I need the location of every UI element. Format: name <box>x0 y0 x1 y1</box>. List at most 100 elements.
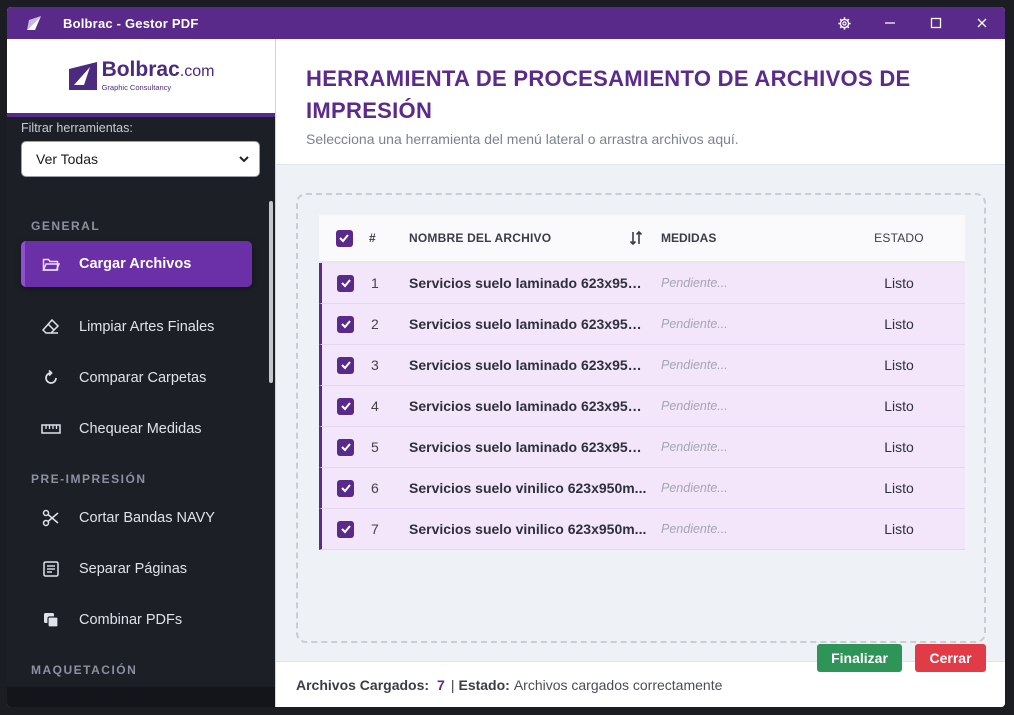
row-number: 6 <box>371 480 379 496</box>
filter-select[interactable]: Ver Todas <box>21 141 260 177</box>
table-row[interactable]: 3 Servicios suelo laminado 623x950... Pe… <box>319 345 965 386</box>
select-all-checkbox[interactable] <box>335 229 353 247</box>
table-row[interactable]: 4 Servicios suelo laminado 623x950... Pe… <box>319 386 965 427</box>
row-checkbox[interactable] <box>337 397 354 415</box>
title-bar[interactable]: Bolbrac - Gestor PDF <box>7 7 1005 39</box>
brand-lockup: Bolbrac.com Graphic Consultancy <box>68 58 215 92</box>
filter-selected-value: Ver Todas <box>36 151 99 167</box>
folder-open-icon <box>39 257 63 272</box>
cerrar-button[interactable]: Cerrar <box>915 644 986 672</box>
table-row[interactable]: 6 Servicios suelo vinilico 623x950m... P… <box>319 468 965 509</box>
column-header-name-label: NOMBRE DEL ARCHIVO <box>409 231 552 245</box>
refresh-icon <box>39 369 63 387</box>
file-name: Servicios suelo laminado 623x950... <box>409 439 648 455</box>
row-number: 5 <box>371 439 379 455</box>
column-header-name[interactable]: NOMBRE DEL ARCHIVO <box>409 230 653 246</box>
sidebar-item-cortar-bandas[interactable]: Cortar Bandas NAVY <box>21 495 252 541</box>
row-number: 4 <box>371 398 379 414</box>
state-label: Estado: <box>458 676 510 693</box>
maximize-icon[interactable] <box>913 7 959 39</box>
file-measures: Pendiente... <box>661 481 728 495</box>
section-maquetacion: MAQUETACIÓN <box>31 663 138 677</box>
document-lines-icon <box>39 561 63 577</box>
column-header-estado[interactable]: ESTADO <box>833 231 965 245</box>
brand-tld: .com <box>179 63 215 80</box>
sidebar: Bolbrac.com Graphic Consultancy Filtrar … <box>7 39 275 707</box>
brand-mark-icon <box>68 62 97 90</box>
sidebar-item-label: Combinar PDFs <box>79 612 183 628</box>
files-loaded-label: Archivos Cargados: <box>296 676 430 693</box>
page-subtitle: Selecciona una herramienta del menú late… <box>306 131 739 147</box>
table-row[interactable]: 2 Servicios suelo laminado 623x950... Pe… <box>319 304 965 345</box>
file-measures: Pendiente... <box>661 317 728 331</box>
brand-name: Bolbrac.com <box>101 58 215 81</box>
window-controls <box>821 7 1005 39</box>
brand-tagline: Graphic Consultancy <box>101 83 172 92</box>
row-number: 2 <box>371 316 379 332</box>
status-separator: | <box>450 676 455 693</box>
filter-label: Filtrar herramientas: <box>21 121 133 135</box>
file-name: Servicios suelo laminado 623x950... <box>409 398 648 414</box>
sidebar-item-cargar-archivos[interactable]: Cargar Archivos <box>21 241 252 287</box>
column-header-medidas[interactable]: MEDIDAS <box>653 231 833 245</box>
table-header: # NOMBRE DEL ARCHIVO MEDIDAS ESTADO <box>319 215 965 263</box>
sidebar-item-combinar-pdfs[interactable]: Combinar PDFs <box>21 597 252 643</box>
sidebar-item-comparar-carpetas[interactable]: Comparar Carpetas <box>21 355 252 401</box>
sidebar-item-label: Chequear Medidas <box>79 421 202 437</box>
file-status: Listo <box>884 480 914 496</box>
file-status: Listo <box>884 521 914 537</box>
chevron-down-icon <box>239 156 249 163</box>
sort-icon[interactable] <box>629 230 643 246</box>
sidebar-item-label: Cargar Archivos <box>79 256 192 272</box>
main-panel: HERRAMIENTA DE PROCESAMIENTO DE ARCHIVOS… <box>275 39 1005 707</box>
files-table: # NOMBRE DEL ARCHIVO MEDIDAS ESTADO 1 Se… <box>319 215 965 550</box>
file-measures: Pendiente... <box>661 522 728 536</box>
row-number: 3 <box>371 357 379 373</box>
file-name: Servicios suelo laminado 623x950... <box>409 357 648 373</box>
row-checkbox[interactable] <box>337 356 354 374</box>
row-number: 7 <box>371 521 379 537</box>
header-select-all <box>319 229 369 247</box>
settings-icon[interactable] <box>821 7 867 39</box>
sidebar-item-separar-paginas[interactable]: Separar Páginas <box>21 546 252 592</box>
brand-logo: Bolbrac.com Graphic Consultancy <box>7 39 275 117</box>
file-name: Servicios suelo laminado 623x950... <box>409 316 648 332</box>
file-status: Listo <box>884 275 914 291</box>
column-header-num: # <box>369 231 376 245</box>
row-checkbox[interactable] <box>337 479 354 497</box>
sidebar-item-limpiar-artes[interactable]: Limpiar Artes Finales <box>21 304 252 350</box>
file-dropzone[interactable]: # NOMBRE DEL ARCHIVO MEDIDAS ESTADO 1 Se… <box>296 193 986 643</box>
file-name: Servicios suelo vinilico 623x950m... <box>409 480 647 496</box>
window-title: Bolbrac - Gestor PDF <box>63 15 199 31</box>
file-measures: Pendiente... <box>661 399 728 413</box>
files-loaded-count: 7 <box>437 676 445 693</box>
sidebar-item-label: Comparar Carpetas <box>79 370 207 386</box>
state-value: Archivos cargados correctamente <box>513 676 723 693</box>
row-checkbox[interactable] <box>337 315 354 333</box>
row-select <box>322 315 369 333</box>
close-icon[interactable] <box>959 7 1005 39</box>
row-select <box>322 438 369 456</box>
table-row[interactable]: 7 Servicios suelo vinilico 623x950m... P… <box>319 509 965 550</box>
row-checkbox[interactable] <box>337 274 354 292</box>
row-select <box>322 479 369 497</box>
sidebar-footer <box>7 687 275 707</box>
sidebar-item-chequear-medidas[interactable]: Chequear Medidas <box>21 406 252 452</box>
row-checkbox[interactable] <box>337 520 354 538</box>
row-select <box>322 397 369 415</box>
row-checkbox[interactable] <box>337 438 354 456</box>
scissors-icon <box>39 509 63 527</box>
row-select <box>322 520 369 538</box>
file-measures: Pendiente... <box>661 276 728 290</box>
ruler-icon <box>39 423 63 435</box>
minimize-icon[interactable] <box>867 7 913 39</box>
table-row[interactable]: 5 Servicios suelo laminado 623x950... Pe… <box>319 427 965 468</box>
row-number: 1 <box>371 275 379 291</box>
sidebar-scrollbar[interactable] <box>269 201 273 383</box>
row-select <box>322 274 369 292</box>
sidebar-item-label: Cortar Bandas NAVY <box>79 510 215 526</box>
file-status: Listo <box>884 398 914 414</box>
finalizar-button[interactable]: Finalizar <box>817 644 902 672</box>
section-general: GENERAL <box>31 219 101 233</box>
table-row[interactable]: 1 Servicios suelo laminado 623x950... Pe… <box>319 263 965 304</box>
